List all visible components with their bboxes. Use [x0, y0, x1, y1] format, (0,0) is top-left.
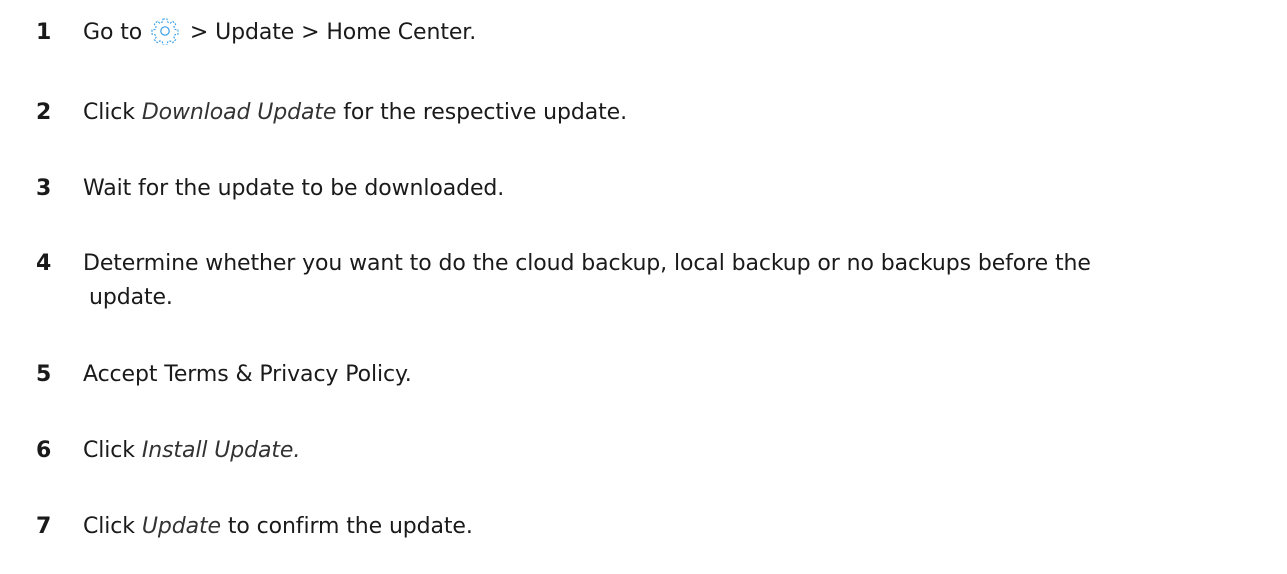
step-number: 4	[36, 251, 52, 276]
step-text: Go to > Update > Home Center.	[83, 16, 1283, 50]
step-number: 6	[36, 438, 52, 463]
install-update-label: Install Update.	[141, 438, 301, 463]
step-before: Click	[83, 100, 135, 125]
step-after: to confirm the update.	[227, 514, 473, 539]
step-number: 1	[36, 20, 52, 45]
step-before: Click	[83, 514, 135, 539]
step-text: Wait for the update to be downloaded.	[83, 176, 505, 201]
download-update-label: Download Update	[141, 100, 337, 125]
step-suffix: > Update > Home Center.	[189, 20, 477, 45]
step-line-1: Determine whether you want to do the clo…	[83, 251, 1091, 276]
update-label: Update	[141, 514, 221, 539]
step-after: for the respective update.	[343, 100, 627, 125]
step-text: Click Download Update for the respective…	[83, 96, 1283, 130]
step-prefix: Go to	[83, 20, 143, 45]
step-number: 7	[36, 514, 52, 539]
step-number: 3	[36, 176, 52, 201]
step-number: 5	[36, 362, 52, 387]
settings-gear-icon	[151, 17, 179, 45]
instruction-steps: 1 Go to > Update > Home Center. 2 Click …	[0, 0, 1287, 574]
step-text: Click Update to confirm the update.	[83, 510, 1283, 544]
step-before: Click	[83, 438, 135, 463]
step-line-2: update.	[89, 285, 173, 310]
step-text: Accept Terms & Privacy Policy.	[83, 362, 412, 387]
step-number: 2	[36, 100, 52, 125]
step-text: Click Install Update.	[83, 434, 1283, 468]
step-text: Determine whether you want to do the clo…	[83, 247, 1283, 315]
